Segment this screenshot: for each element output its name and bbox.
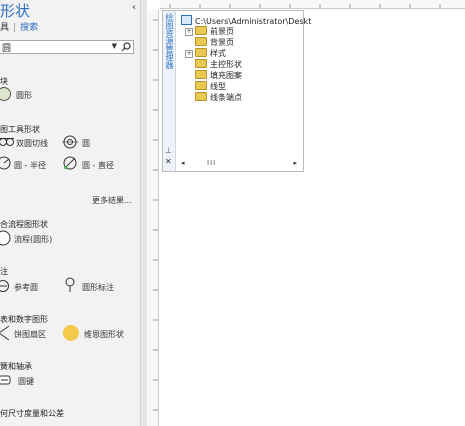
tree-node[interactable]: 背景页	[195, 37, 234, 48]
expand-icon[interactable]: +	[185, 28, 193, 36]
shape-label[interactable]: 流程(圆形)	[14, 234, 52, 245]
tree-node[interactable]: 线型	[195, 81, 226, 92]
double-circle-tangent-icon[interactable]	[0, 137, 16, 147]
tree-node[interactable]: 主控形状	[195, 59, 242, 70]
tab-more-shapes[interactable]: 具	[0, 23, 9, 33]
reference-circle-icon[interactable]	[0, 279, 10, 293]
horizontal-scrollbar[interactable]: ◂ III ▸	[177, 159, 303, 169]
folder-icon	[195, 48, 207, 57]
collapse-panel-icon[interactable]: ‹	[132, 2, 136, 13]
scroll-right-icon[interactable]: ▸	[293, 159, 297, 167]
section-title: 何尺寸度量和公差	[0, 409, 64, 418]
tree-node[interactable]: 填充图案	[195, 70, 242, 81]
vertical-ruler	[147, 10, 159, 426]
section-title: 图工具形状	[0, 125, 40, 134]
document-icon	[181, 15, 192, 25]
shape-label[interactable]: 圆形	[16, 90, 32, 101]
shape-label[interactable]: 圆	[82, 138, 90, 149]
shape-label[interactable]: 圆键	[18, 376, 34, 387]
drawing-explorer-titlebar[interactable]: 绘图资源管理器 ⊥ ✕	[163, 11, 176, 171]
flowchart-circle-icon[interactable]	[0, 229, 12, 247]
shapes-panel: 形状 ‹ 具 | 搜索 圆 ▼ 块 圆形 图工具形状 双圆切线 圆 圆 - 半径 圆…	[0, 0, 141, 426]
tree-node[interactable]: 线条端点	[195, 92, 242, 103]
folder-icon	[195, 81, 207, 90]
close-icon[interactable]: ✕	[165, 157, 172, 166]
shape-label[interactable]: 双圆切线	[16, 138, 48, 149]
shape-label[interactable]: 参考圆	[14, 282, 38, 293]
horizontal-ruler	[160, 0, 465, 9]
folder-icon	[195, 59, 207, 68]
circle-diameter-icon[interactable]	[62, 155, 78, 171]
shape-search-input[interactable]: 圆 ▼	[0, 40, 134, 54]
shape-label[interactable]: 圆 - 直径	[82, 160, 114, 171]
search-dropdown-icon[interactable]: ▼	[112, 42, 117, 50]
circle-target-icon[interactable]	[62, 134, 78, 150]
round-key-icon[interactable]	[0, 375, 12, 385]
scroll-thumb[interactable]: III	[207, 159, 216, 167]
expand-icon[interactable]: +	[185, 50, 193, 58]
tree-root[interactable]: C:\Users\Administrator\Deskt	[181, 15, 311, 26]
pie-sector-icon[interactable]	[0, 324, 11, 342]
section-title: 注	[0, 267, 8, 276]
folder-icon	[195, 92, 207, 101]
shapes-panel-title: 形状	[0, 2, 31, 20]
folder-icon	[195, 37, 207, 46]
folder-icon	[195, 70, 207, 79]
shape-label[interactable]: 圆形标注	[82, 282, 114, 293]
section-title: 簧和轴承	[0, 362, 32, 371]
drawing-explorer-panel: 绘图资源管理器 ⊥ ✕ C:\Users\Administrator\Deskt…	[162, 10, 311, 172]
drawing-explorer-title: 绘图资源管理器	[165, 13, 174, 69]
search-icon[interactable]	[121, 41, 131, 53]
tree-node[interactable]: 样式	[195, 48, 226, 59]
more-results-link[interactable]: 更多结果...	[92, 195, 132, 206]
circle-callout-icon[interactable]	[64, 277, 76, 293]
shape-label[interactable]: 维恩图形状	[84, 329, 124, 340]
circle-shape-icon[interactable]	[0, 86, 12, 102]
tab-search[interactable]: 搜索	[20, 23, 38, 33]
shape-label[interactable]: 圆 - 半径	[14, 160, 46, 171]
scroll-left-icon[interactable]: ◂	[181, 159, 185, 167]
tree-node[interactable]: 前景页	[195, 26, 234, 37]
search-value: 圆	[2, 44, 12, 54]
shape-label[interactable]: 饼图扇区	[14, 329, 46, 340]
venn-shape-icon[interactable]	[62, 324, 80, 342]
folder-icon	[195, 26, 207, 35]
pin-icon[interactable]: ⊥	[165, 146, 172, 155]
circle-radius-icon[interactable]	[0, 155, 12, 171]
shapes-tabs: 具 | 搜索	[0, 23, 39, 33]
tree-root-label: C:\Users\Administrator\Deskt	[195, 17, 312, 26]
